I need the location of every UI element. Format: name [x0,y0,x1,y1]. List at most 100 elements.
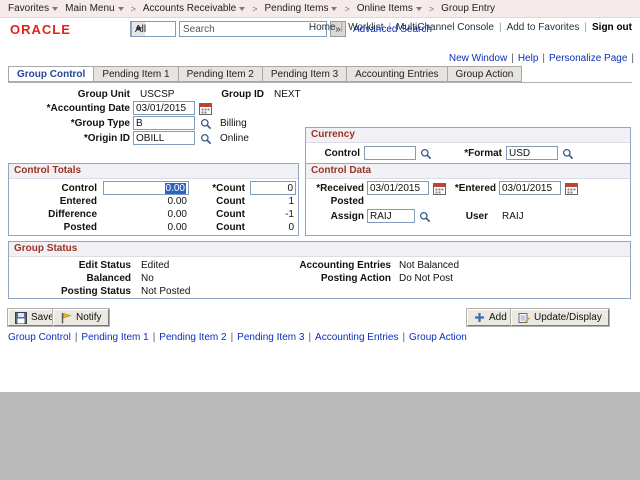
update-display-button[interactable]: Update/Display [511,309,609,326]
breadcrumb-item-favorites[interactable]: Favorites [8,3,58,14]
tab-group-action[interactable]: Group Action [448,66,523,82]
home-link[interactable]: Home [309,22,336,33]
control-amount-field[interactable]: 0.00 [103,181,189,195]
origin-id-label: *Origin ID [8,133,130,144]
separator: | [511,53,514,64]
group-unit-value: USCSP [140,89,174,100]
currency-format-field[interactable] [506,146,558,160]
posted-amount-value: 0.00 [103,222,187,233]
add-to-favorites-link[interactable]: Add to Favorites [507,22,580,33]
group-id-label: Group ID [198,89,264,100]
currency-groupbox: Currency Control *Format [305,127,631,164]
accounting-entries-label: Accounting Entries [249,260,391,271]
tab-pending-item-1[interactable]: Pending Item 1 [94,66,178,82]
control-count-label: *Count [195,183,245,194]
worklist-link[interactable]: Worklist [348,22,383,33]
posted-count-value: 0 [250,222,294,233]
footer-page-links: Group Control | Pending Item 1 | Pending… [8,332,467,343]
search-input[interactable] [179,21,327,37]
breadcrumb-label: Favorites [8,3,49,14]
separator: | [631,53,634,64]
breadcrumb-item-main-menu[interactable]: Main Menu [65,3,123,14]
assign-field[interactable] [367,209,415,223]
separator: | [341,22,344,33]
posting-status-value: Not Posted [141,286,190,297]
group-type-field[interactable] [133,116,195,130]
save-button-label: Save [31,312,54,323]
search-scope-dropdown[interactable]: All [130,21,176,37]
new-window-link[interactable]: New Window [449,53,507,64]
assign-label: Assign [308,211,364,222]
breadcrumb: Favorites Main Menu > Accounts Receivabl… [0,0,640,18]
entered-date-calendar-button[interactable] [564,181,579,196]
notify-button[interactable]: Notify [53,309,109,326]
edit-status-label: Edit Status [13,260,131,271]
footer-link-group-action[interactable]: Group Action [409,332,467,343]
entered-count-label: Count [195,196,245,207]
magnifier-icon [200,133,212,145]
header-bar: ORACLE All » Advanced Search Home | Work… [0,18,640,40]
posting-action-value: Do Not Post [399,273,453,284]
control-totals-groupbox: Control Totals Control 0.00 *Count Enter… [8,163,299,236]
accounting-date-calendar-button[interactable] [198,101,213,116]
breadcrumb-label: Online Items [357,3,413,14]
received-date-field[interactable] [367,181,429,195]
add-button[interactable]: Add [467,309,514,326]
multichannel-console-link[interactable]: MultiChannel Console [396,22,494,33]
balanced-value: No [141,273,154,284]
help-link[interactable]: Help [518,53,539,64]
page-content: Favorites Main Menu > Accounts Receivabl… [0,0,640,392]
received-date-calendar-button[interactable] [432,181,447,196]
origin-id-description: Online [220,133,249,144]
posted-date-label: Posted [308,196,364,207]
oracle-logo: ORACLE [10,22,71,37]
difference-count-value: -1 [250,209,294,220]
calendar-icon [565,182,578,195]
tab-pending-item-2[interactable]: Pending Item 2 [179,66,263,82]
control-totals-groupbox-title: Control Totals [9,164,298,179]
breadcrumb-item-pending-items[interactable]: Pending Items [265,3,338,14]
breadcrumb-separator: > [131,4,136,14]
posted-amount-label: Posted [13,222,97,233]
personalize-page-link[interactable]: Personalize Page [549,53,627,64]
currency-control-lookup-button[interactable] [418,146,433,161]
footer-link-pending-item-1[interactable]: Pending Item 1 [81,332,148,343]
footer-link-pending-item-3[interactable]: Pending Item 3 [237,332,304,343]
user-label: User [446,211,488,222]
footer-link-pending-item-2[interactable]: Pending Item 2 [159,332,226,343]
accounting-entries-value: Not Balanced [399,260,459,271]
currency-control-field[interactable] [364,146,416,160]
assign-lookup-button[interactable] [417,209,432,224]
edit-status-value: Edited [141,260,169,271]
chevron-down-icon [118,7,124,11]
difference-amount-value: 0.00 [103,209,187,220]
tab-pending-item-3[interactable]: Pending Item 3 [263,66,347,82]
difference-amount-label: Difference [13,209,97,220]
separator: | [584,22,587,33]
origin-id-field[interactable] [133,131,195,145]
origin-id-lookup-button[interactable] [198,131,213,146]
accounting-date-field[interactable] [133,101,195,115]
breadcrumb-label: Accounts Receivable [143,3,236,14]
breadcrumb-label: Main Menu [65,3,114,14]
separator: | [389,22,392,33]
breadcrumb-item-group-entry[interactable]: Group Entry [441,3,495,14]
control-count-field[interactable] [250,181,296,195]
chevron-down-icon [239,7,245,11]
breadcrumb-item-online-items[interactable]: Online Items [357,3,422,14]
currency-format-lookup-button[interactable] [560,146,575,161]
separator: | [153,332,156,343]
tab-accounting-entries[interactable]: Accounting Entries [347,66,447,82]
entered-count-value: 1 [250,196,294,207]
footer-link-accounting-entries[interactable]: Accounting Entries [315,332,398,343]
posting-status-label: Posting Status [13,286,131,297]
breadcrumb-item-accounts-receivable[interactable]: Accounts Receivable [143,3,245,14]
entered-date-field[interactable] [499,181,561,195]
tab-group-control[interactable]: Group Control [8,66,94,82]
header-links: Home | Worklist | MultiChannel Console |… [309,22,632,33]
tab-strip: Group Control Pending Item 1 Pending Ite… [8,66,522,82]
footer-link-group-control[interactable]: Group Control [8,332,71,343]
group-type-lookup-button[interactable] [198,116,213,131]
sign-out-link[interactable]: Sign out [592,22,632,33]
update-display-button-label: Update/Display [534,312,602,323]
